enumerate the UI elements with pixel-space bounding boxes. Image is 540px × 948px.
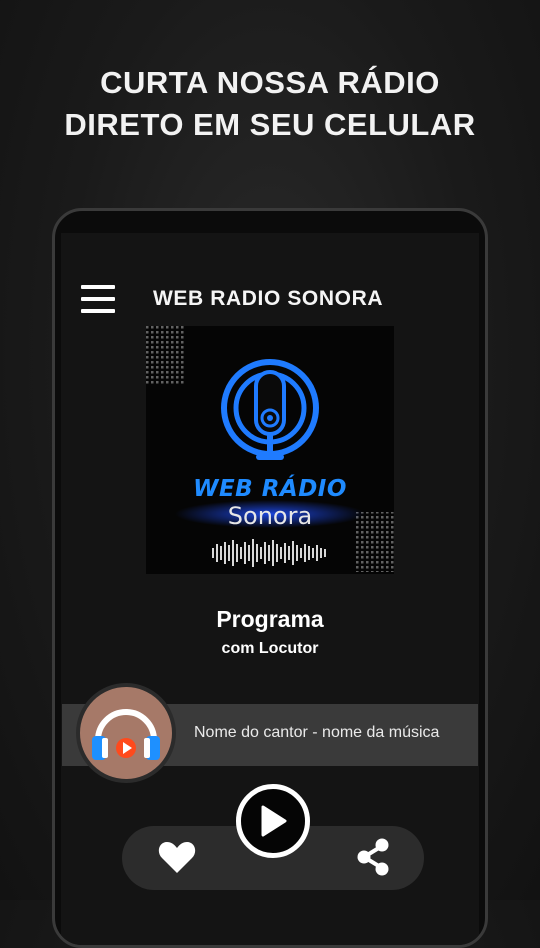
promo-headline: CURTA NOSSA RÁDIO DIRETO EM SEU CELULAR — [0, 62, 540, 146]
logo-subtitle: Sonora — [227, 502, 313, 530]
share-icon[interactable] — [356, 838, 390, 876]
play-button[interactable] — [236, 784, 310, 858]
promo-line-1: CURTA NOSSA RÁDIO — [100, 65, 440, 100]
menu-icon[interactable] — [81, 285, 115, 313]
now-playing-text: Nome do cantor - nome da música — [194, 724, 440, 741]
headphones-icon — [92, 709, 160, 760]
app-bar: WEB RADIO SONORA — [81, 285, 461, 317]
app-title: WEB RADIO SONORA — [153, 287, 384, 310]
logo-title: WEB RÁDIO — [193, 476, 347, 502]
promo-line-2: DIRETO EM SEU CELULAR — [64, 107, 476, 142]
program-subtitle: com Locutor — [221, 640, 319, 657]
program-title: Programa — [216, 606, 324, 632]
station-logo: WEB RÁDIO Sonora — [146, 326, 394, 574]
play-icon — [261, 805, 287, 837]
heart-icon[interactable] — [158, 840, 196, 874]
logo-artwork — [146, 326, 394, 574]
headphones-avatar — [76, 683, 176, 783]
